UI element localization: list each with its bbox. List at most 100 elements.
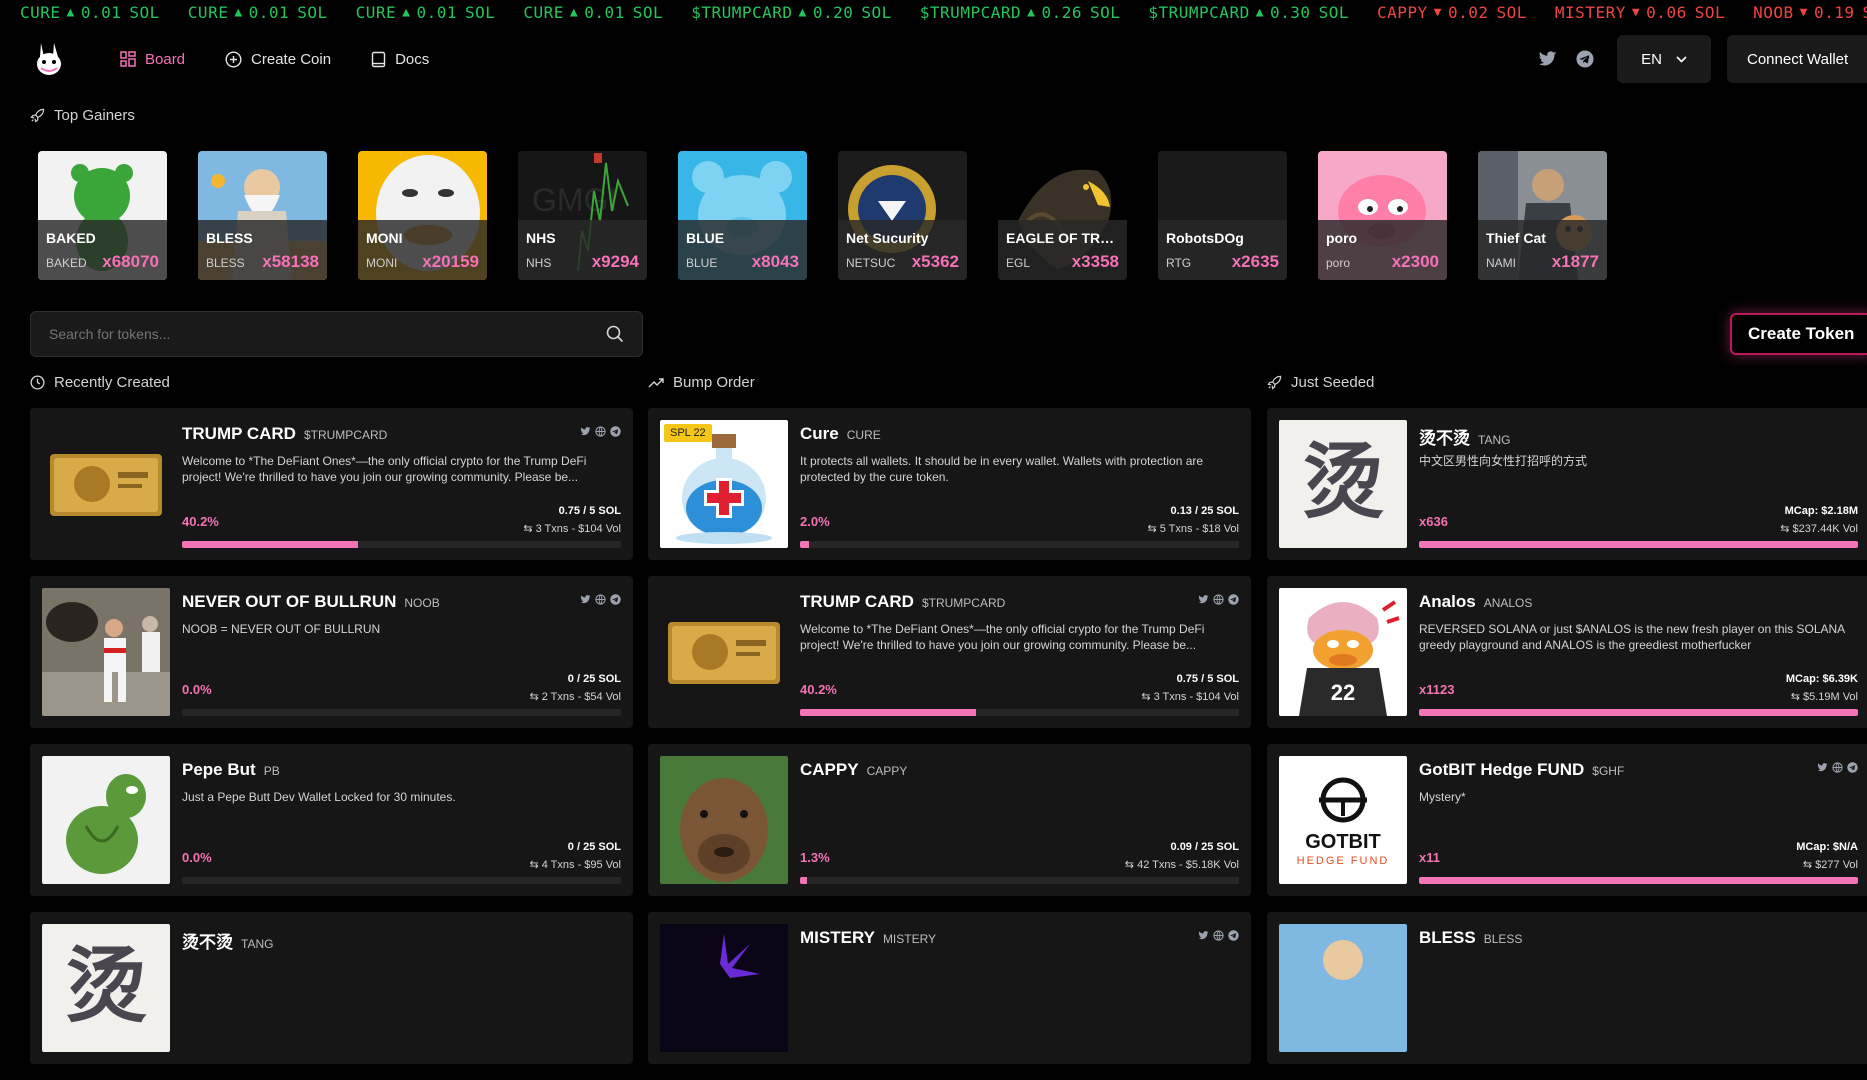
token-card[interactable]: NEVER OUT OF BULLRUNNOOBNOOB = NEVER OUT… bbox=[30, 576, 633, 728]
ticker-unit: SOL bbox=[861, 3, 891, 22]
telegram-icon[interactable] bbox=[1228, 930, 1239, 941]
token-card[interactable]: 烫烫不烫TANG中文区男性向女性打招呼的方式x636MCap: $2.18M⇆ … bbox=[1267, 408, 1867, 560]
token-name: NEVER OUT OF BULLRUN bbox=[182, 592, 396, 612]
telegram-icon[interactable] bbox=[610, 426, 621, 437]
token-card[interactable]: 烫烫不烫TANG bbox=[30, 912, 633, 1064]
token-card[interactable]: SPL 22CureCUREIt protects all wallets. I… bbox=[648, 408, 1251, 560]
globe-icon[interactable] bbox=[595, 426, 606, 437]
gainer-card[interactable]: MONIMONIx20159 bbox=[358, 151, 487, 280]
trending-up-icon bbox=[648, 377, 664, 389]
token-stat-volume: ⇆ 3 Txns - $104 Vol bbox=[1141, 690, 1239, 703]
gainer-symbol: EGL bbox=[1006, 256, 1030, 270]
token-card[interactable]: TRUMP CARD$TRUMPCARDWelcome to *The DeFi… bbox=[648, 576, 1251, 728]
token-title: CAPPYCAPPY bbox=[800, 760, 907, 780]
gainer-card[interactable]: Thief CatNAMIx1877 bbox=[1478, 151, 1607, 280]
ticker-symbol: NOOB bbox=[1753, 3, 1794, 22]
create-token-button[interactable]: Create Token bbox=[1730, 313, 1867, 355]
svg-text:烫: 烫 bbox=[65, 939, 147, 1034]
bunny-logo-icon[interactable] bbox=[30, 40, 68, 78]
gainer-card[interactable]: RobotsDOgRTGx2635 bbox=[1158, 151, 1287, 280]
gainer-card[interactable]: BAKEDBAKEDx68070 bbox=[38, 151, 167, 280]
token-progress-label: x11 bbox=[1419, 850, 1440, 865]
ticker-amount: 0.01 bbox=[249, 3, 290, 22]
gainer-info: RobotsDOgRTGx2635 bbox=[1158, 220, 1287, 280]
token-image: 烫 bbox=[42, 924, 170, 1052]
twitter-icon[interactable] bbox=[1535, 47, 1559, 71]
globe-icon[interactable] bbox=[1832, 762, 1843, 773]
triangle-down-icon: ▼ bbox=[1434, 5, 1442, 20]
token-title: MISTERYMISTERY bbox=[800, 928, 936, 948]
connect-wallet-button[interactable]: Connect Wallet bbox=[1727, 35, 1867, 83]
token-title: NEVER OUT OF BULLRUNNOOB bbox=[182, 592, 440, 612]
token-image: GOTBITHEDGE FUND bbox=[1279, 756, 1407, 884]
progress-bar bbox=[1419, 709, 1858, 716]
twitter-icon[interactable] bbox=[1198, 594, 1209, 605]
globe-icon[interactable] bbox=[595, 594, 606, 605]
token-card[interactable]: CAPPYCAPPY1.3%0.09 / 25 SOL⇆ 42 Txns - $… bbox=[648, 744, 1251, 896]
telegram-icon[interactable] bbox=[1228, 594, 1239, 605]
ticker-amount: 0.26 bbox=[1041, 3, 1082, 22]
gainer-card[interactable]: poroporox2300 bbox=[1318, 151, 1447, 280]
ticker-item[interactable]: CURE▲0.01SOL bbox=[356, 3, 496, 22]
ticker-item[interactable]: $TRUMPCARD▲0.20SOL bbox=[691, 3, 892, 22]
gainer-card[interactable]: BLUEBLUEx8043 bbox=[678, 151, 807, 280]
token-card[interactable]: TRUMP CARD$TRUMPCARDWelcome to *The DeFi… bbox=[30, 408, 633, 560]
gainer-card[interactable]: GMGINHSNHSx9294 bbox=[518, 151, 647, 280]
gainer-multiplier: x9294 bbox=[592, 252, 639, 272]
nav-board[interactable]: Board bbox=[120, 51, 185, 68]
gainer-name: EAGLE OF TRU... bbox=[1006, 230, 1119, 246]
token-image bbox=[1279, 924, 1407, 1052]
spl-badge: SPL 22 bbox=[664, 424, 712, 442]
gainer-info: NHSNHSx9294 bbox=[518, 220, 647, 280]
ticker-item[interactable]: CURE▲0.01SOL bbox=[188, 3, 328, 22]
recently-created-label: Recently Created bbox=[54, 374, 170, 391]
search-icon[interactable] bbox=[606, 325, 624, 343]
token-card[interactable]: 22AnalosANALOSREVERSED SOLANA or just $A… bbox=[1267, 576, 1867, 728]
ticker-unit: SOL bbox=[465, 3, 495, 22]
gainer-symbol: RTG bbox=[1166, 256, 1191, 270]
language-select[interactable]: EN bbox=[1617, 35, 1711, 83]
search-input[interactable] bbox=[49, 326, 606, 342]
gainer-row: EGL x3358 bbox=[1006, 252, 1119, 272]
token-title: TRUMP CARD$TRUMPCARD bbox=[182, 424, 387, 444]
token-social-links bbox=[1198, 930, 1239, 941]
token-image bbox=[660, 924, 788, 1052]
nav-docs[interactable]: Docs bbox=[371, 51, 429, 68]
globe-icon[interactable] bbox=[1213, 930, 1224, 941]
ticker-unit: SOL bbox=[1863, 3, 1867, 22]
gainer-multiplier: x3358 bbox=[1072, 252, 1119, 272]
gainer-name: RobotsDOg bbox=[1166, 230, 1279, 246]
token-card[interactable]: MISTERYMISTERY bbox=[648, 912, 1251, 1064]
gainer-multiplier: x20159 bbox=[422, 252, 479, 272]
nav-create-coin[interactable]: Create Coin bbox=[225, 51, 331, 68]
twitter-icon[interactable] bbox=[1198, 930, 1209, 941]
ticker-item[interactable]: NOOB▼0.19SOL bbox=[1753, 3, 1867, 22]
twitter-icon[interactable] bbox=[1817, 762, 1828, 773]
ticker-symbol: $TRUMPCARD bbox=[920, 3, 1021, 22]
token-card[interactable]: BLESSBLESS bbox=[1267, 912, 1867, 1064]
telegram-icon[interactable] bbox=[1573, 47, 1597, 71]
ticker-amount: 0.01 bbox=[584, 3, 625, 22]
gainer-card[interactable]: EAGLE OF TRU... EGL x3358 bbox=[998, 151, 1127, 280]
ticker-item[interactable]: CURE▲0.01SOL bbox=[20, 3, 160, 22]
token-card[interactable]: Pepe ButPBJust a Pepe Butt Dev Wallet Lo… bbox=[30, 744, 633, 896]
telegram-icon[interactable] bbox=[1847, 762, 1858, 773]
twitter-icon[interactable] bbox=[580, 594, 591, 605]
progress-bar bbox=[182, 541, 621, 548]
ticker-item[interactable]: $TRUMPCARD▲0.26SOL bbox=[920, 3, 1121, 22]
gainer-card[interactable]: Net SucurityNETSUCx5362 bbox=[838, 151, 967, 280]
ticker-item[interactable]: CURE▲0.01SOL bbox=[523, 3, 663, 22]
search-bar[interactable] bbox=[30, 311, 643, 357]
ticker-item[interactable]: MISTERY▼0.06SOL bbox=[1555, 3, 1725, 22]
svg-text:HEDGE FUND: HEDGE FUND bbox=[1297, 855, 1390, 867]
gainer-name: MONI bbox=[366, 230, 479, 246]
twitter-icon[interactable] bbox=[580, 426, 591, 437]
ticker-item[interactable]: CAPPY▼0.02SOL bbox=[1377, 3, 1527, 22]
globe-icon[interactable] bbox=[1213, 594, 1224, 605]
token-card[interactable]: GOTBITHEDGE FUNDGotBIT Hedge FUND$GHFMys… bbox=[1267, 744, 1867, 896]
gainer-card[interactable]: BLESSBLESSx58138 bbox=[198, 151, 327, 280]
telegram-icon[interactable] bbox=[610, 594, 621, 605]
gainer-name: poro bbox=[1326, 230, 1439, 246]
ticker-unit: SOL bbox=[297, 3, 327, 22]
ticker-item[interactable]: $TRUMPCARD▲0.30SOL bbox=[1148, 3, 1349, 22]
